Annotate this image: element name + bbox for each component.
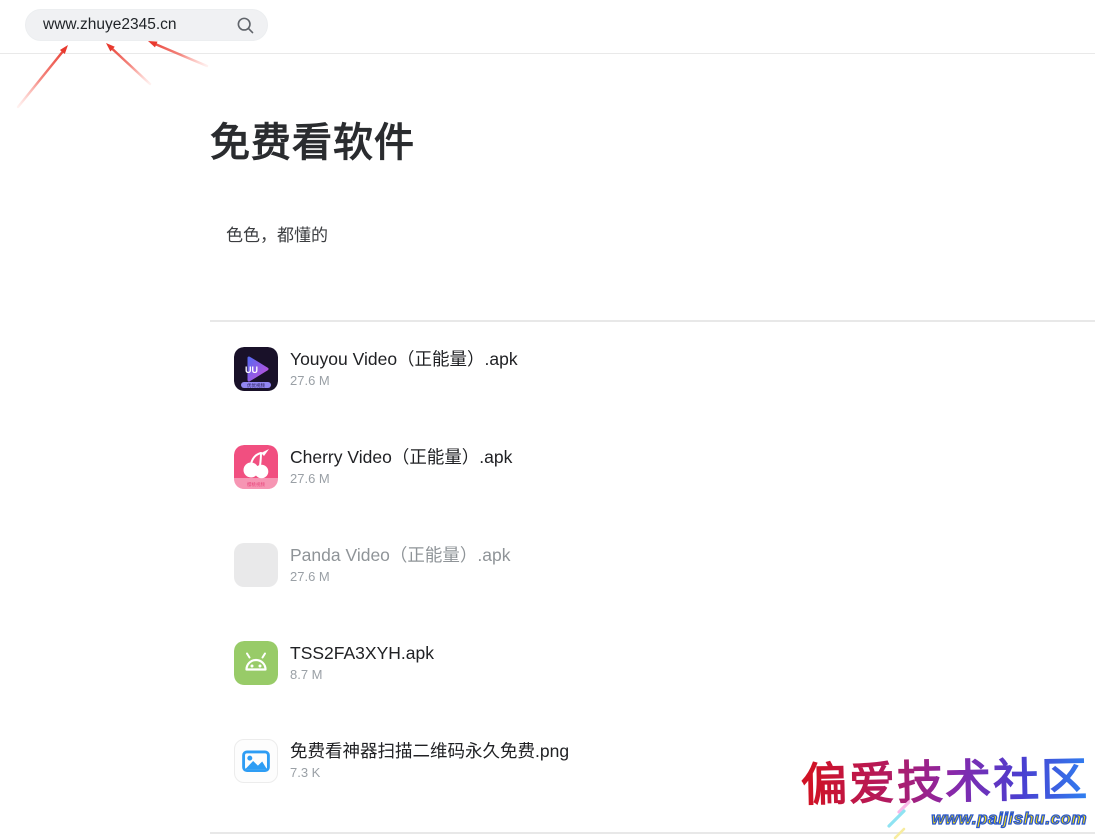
file-list: UU 优优视频 Youyou Video（正能量）.apk 27.6 M — [210, 322, 1095, 812]
file-size: 27.6 M — [290, 569, 510, 584]
file-size: 8.7 M — [290, 667, 434, 682]
page-subtitle: 色色，都懂的 — [210, 166, 1095, 248]
file-size: 27.6 M — [290, 471, 512, 486]
file-size: 7.3 K — [290, 765, 569, 780]
image-file-icon — [234, 739, 278, 783]
file-item-cherry-video[interactable]: 樱桃视频 Cherry Video（正能量）.apk 27.6 M — [210, 420, 1095, 518]
file-meta: 免费看神器扫描二维码永久免费.png 7.3 K — [290, 739, 569, 780]
search-icon[interactable] — [236, 16, 255, 35]
file-name[interactable]: Youyou Video（正能量）.apk — [290, 348, 518, 370]
android-apk-icon — [234, 641, 278, 685]
uu-video-app-icon: UU 优优视频 — [234, 347, 278, 391]
file-item-youyou-video[interactable]: UU 优优视频 Youyou Video（正能量）.apk 27.6 M — [210, 322, 1095, 420]
file-name[interactable]: Panda Video（正能量）.apk — [290, 544, 510, 566]
file-name[interactable]: Cherry Video（正能量）.apk — [290, 446, 512, 468]
file-name[interactable]: TSS2FA3XYH.apk — [290, 642, 434, 664]
file-name[interactable]: 免费看神器扫描二维码永久免费.png — [290, 740, 569, 762]
file-size: 27.6 M — [290, 373, 518, 388]
file-meta: Panda Video（正能量）.apk 27.6 M — [290, 543, 510, 584]
page-title: 免费看软件 — [210, 54, 1095, 166]
uu-icon-text: UU — [245, 365, 258, 375]
file-meta: Cherry Video（正能量）.apk 27.6 M — [290, 445, 512, 486]
main-content: 免费看软件 色色，都懂的 UU 优优视频 — [210, 54, 1095, 812]
bottom-divider — [210, 832, 1095, 834]
cherry-video-app-icon: 樱桃视频 — [234, 445, 278, 489]
placeholder-icon — [234, 543, 278, 587]
file-item-qrcode-png[interactable]: 免费看神器扫描二维码永久免费.png 7.3 K — [210, 714, 1095, 812]
file-item-tss2fa3xyh-apk[interactable]: TSS2FA3XYH.apk 8.7 M — [210, 616, 1095, 714]
search-value[interactable]: www.zhuye2345.cn — [43, 16, 236, 34]
cherry-icon-label: 樱桃视频 — [247, 481, 265, 488]
uu-icon-label: 优优视频 — [247, 382, 265, 389]
search-input[interactable]: www.zhuye2345.cn — [25, 9, 268, 41]
file-meta: TSS2FA3XYH.apk 8.7 M — [290, 641, 434, 682]
top-bar: www.zhuye2345.cn — [0, 0, 1095, 54]
file-meta: Youyou Video（正能量）.apk 27.6 M — [290, 347, 518, 388]
watermark-url: www.paijishu.com — [801, 809, 1089, 829]
file-item-panda-video[interactable]: Panda Video（正能量）.apk 27.6 M — [210, 518, 1095, 616]
